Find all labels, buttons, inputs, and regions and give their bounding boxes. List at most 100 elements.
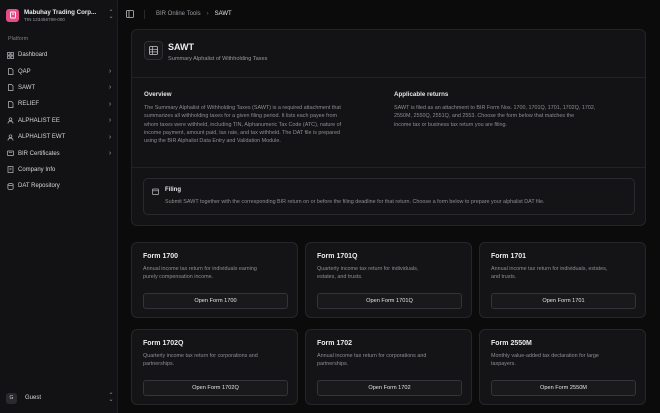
sidebar-item-label: Dashboard (18, 52, 48, 59)
form-card-1700: Form 1700 Annual income tax return for i… (131, 242, 298, 318)
sidebar: Mabuhay Trading Corp... TIN 123456789-00… (0, 0, 118, 413)
overview-line: The Summary Alphalist of Withholding Tax… (144, 105, 341, 111)
overview-line: whom taxes were withheld, including TIN,… (144, 121, 342, 128)
sidebar-item-dat-repository[interactable]: DAT Repository (4, 178, 114, 194)
sidebar-item-relief[interactable]: RELIEF › (4, 96, 114, 112)
form-description: Annual income tax return for individuals… (143, 265, 291, 282)
form-description: Quarterly income tax return for individu… (317, 265, 465, 282)
chevrons-updown-icon: ⌃ ⌄ (108, 10, 114, 20)
form-card-2550m: Form 2550M Monthly value-added tax decla… (479, 329, 646, 405)
page-title: SAWT (168, 42, 194, 52)
chevron-right-icon: › (108, 150, 112, 158)
sidebar-item-label: Company Info (18, 166, 56, 173)
org-logo (6, 8, 19, 22)
form-card-1701q: Form 1701Q Quarterly income tax return f… (305, 242, 472, 318)
form-description-line: Monthly value-added tax declaration for … (491, 353, 599, 359)
chevron-right-icon: › (108, 117, 112, 125)
intro-card: SAWT Summary Alphalist of Withholding Ta… (131, 29, 646, 226)
form-description: Annual income tax return for individuals… (491, 265, 639, 282)
form-description-line: Annual income tax return for individuals… (491, 266, 608, 272)
sidebar-item-dashboard[interactable]: Dashboard (4, 47, 114, 63)
form-description-line: Quarterly income tax return for corporat… (143, 353, 258, 359)
open-form-1701q-button[interactable]: Open Form 1701Q (317, 293, 462, 309)
form-description-line: and trusts. (491, 274, 517, 281)
avatar: G (6, 392, 17, 404)
form-title: Form 1700 (143, 253, 179, 260)
returns-line: SAWT is filed as an attachment to BIR Fo… (394, 105, 596, 111)
form-description-line: estates, and trusts. (317, 274, 363, 281)
filing-title: Filing (165, 187, 181, 193)
certificate-icon (7, 150, 14, 157)
org-tin: TIN 123456789-000 (24, 16, 65, 22)
grid-icon (7, 51, 14, 59)
returns-line: income tax or business tax return you ar… (394, 121, 507, 128)
calendar-icon (152, 188, 159, 195)
filing-text: Submit SAWT together with the correspond… (165, 199, 545, 205)
sidebar-section-label: Platform (8, 36, 29, 42)
open-form-1702-button[interactable]: Open Form 1702 (317, 380, 462, 396)
users-icon (7, 117, 14, 124)
form-card-1702q: Form 1702Q Quarterly income tax return f… (131, 329, 298, 405)
table-icon (144, 41, 163, 60)
sidebar-toggle-icon[interactable] (125, 10, 134, 19)
overview-heading: Overview (144, 91, 172, 98)
open-form-2550m-button[interactable]: Open Form 2550M (491, 380, 636, 396)
open-form-1702q-button[interactable]: Open Form 1702Q (143, 380, 288, 396)
sidebar-item-label: RELIEF (18, 101, 40, 108)
building-icon (9, 11, 16, 19)
form-description: Quarterly income tax return for corporat… (143, 352, 291, 369)
applicable-returns-text: SAWT is filed as an attachment to BIR Fo… (394, 104, 634, 129)
open-form-1701-button[interactable]: Open Form 1701 (491, 293, 636, 309)
page-subtitle: Summary Alphalist of Withholding Taxes (168, 56, 268, 62)
divider (132, 167, 645, 168)
sidebar-item-label: SAWT (18, 84, 36, 91)
overview-line: using the BIR Alphalist Data Entry and V… (144, 138, 281, 145)
overview-text: The Summary Alphalist of Withholding Tax… (144, 104, 384, 145)
filing-callout: Filing Submit SAWT together with the cor… (143, 178, 635, 215)
user-menu[interactable]: G Guest ⌃ ⌄ (6, 390, 114, 406)
chevrons-updown-icon: ⌃ ⌄ (108, 393, 114, 403)
form-card-1702: Form 1702 Annual income tax return for c… (305, 329, 472, 405)
topbar: BIR Online Tools › SAWT (118, 0, 660, 28)
sidebar-item-alphalist-ee[interactable]: ALPHALIST EE › (4, 113, 114, 129)
chevron-right-icon: › (108, 68, 112, 76)
sidebar-nav: Dashboard QAP › SAWT › RELIEF › ALPHALIS… (4, 47, 114, 195)
overview-line: summarizes all withholding taxes for a g… (144, 113, 337, 120)
overview-section: Overview The Summary Alphalist of Withho… (144, 91, 384, 145)
sidebar-item-label: ALPHALIST EWT (18, 134, 66, 141)
sidebar-item-bir-certificates[interactable]: BIR Certificates › (4, 145, 114, 161)
form-description-line: partnerships. (143, 361, 175, 368)
sidebar-item-qap[interactable]: QAP › (4, 63, 114, 79)
overview-line: income payment, amount paid, tax rate, a… (144, 129, 340, 136)
applicable-returns-heading: Applicable returns (394, 91, 449, 98)
file-icon (7, 68, 14, 75)
sidebar-item-company-info[interactable]: Company Info (4, 162, 114, 178)
form-card-1701: Form 1701 Annual income tax return for i… (479, 242, 646, 318)
form-description-line: taxpayers. (491, 361, 516, 368)
form-description-line: Annual income tax return for corporation… (317, 353, 427, 359)
form-description-line: Annual income tax return for individuals… (143, 266, 257, 272)
open-form-1700-button[interactable]: Open Form 1700 (143, 293, 288, 309)
divider (132, 77, 645, 78)
form-title: Form 1702Q (143, 340, 184, 347)
breadcrumb-parent[interactable]: BIR Online Tools (156, 11, 201, 17)
chevron-right-icon: › (108, 100, 112, 108)
sidebar-item-label: ALPHALIST EE (18, 117, 60, 124)
form-description-line: purely compensation income. (143, 274, 214, 281)
file-icon (7, 84, 14, 92)
form-title: Form 2550M (491, 340, 532, 347)
org-switcher[interactable]: Mabuhay Trading Corp... TIN 123456789-00… (6, 4, 114, 26)
file-icon (7, 101, 14, 108)
sidebar-item-alphalist-ewt[interactable]: ALPHALIST EWT › (4, 129, 114, 145)
building-icon (7, 166, 14, 174)
sidebar-item-label: QAP (18, 68, 31, 75)
database-icon (7, 182, 14, 190)
form-title: Form 1701 (491, 253, 527, 260)
chevron-right-icon: › (108, 84, 112, 92)
form-description-line: partnerships. (317, 361, 349, 368)
user-name: Guest (25, 395, 42, 401)
org-name: Mabuhay Trading Corp... (24, 8, 97, 16)
form-title: Form 1701Q (317, 253, 358, 260)
sidebar-item-sawt[interactable]: SAWT › (4, 80, 114, 96)
form-title: Form 1702 (317, 340, 353, 347)
